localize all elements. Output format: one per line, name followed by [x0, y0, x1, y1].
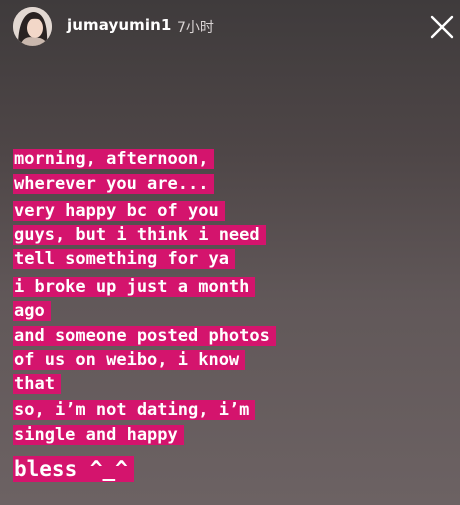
- caption-line: that: [13, 374, 61, 394]
- caption-line: and someone posted photos: [13, 326, 276, 346]
- caption-line: of us on weibo, i know: [13, 350, 246, 370]
- avatar[interactable]: [13, 7, 52, 46]
- caption-line: ago: [13, 301, 51, 321]
- caption-line: guys, but i think i need: [13, 225, 266, 245]
- story-header: jumayumin1 7小时: [0, 0, 460, 56]
- close-button[interactable]: [428, 13, 456, 41]
- caption-line: tell something for ya: [13, 249, 235, 269]
- caption-line: wherever you are...: [13, 174, 215, 194]
- caption-line: i broke up just a month: [13, 277, 256, 297]
- caption-line: very happy bc of you: [13, 201, 225, 221]
- caption-line: single and happy: [13, 425, 184, 445]
- post-time: 7小时: [177, 20, 214, 36]
- close-x-icon: [430, 15, 454, 39]
- caption-line: bless ^_^: [13, 456, 134, 482]
- caption-line: morning, afternoon,: [13, 149, 215, 169]
- username[interactable]: jumayumin1: [67, 16, 171, 34]
- caption-line: so, i’m not dating, i’m: [13, 400, 256, 420]
- profile-photo-icon: [13, 7, 52, 46]
- story-viewer: jumayumin1 7小时 morning, afternoon, where…: [0, 0, 460, 505]
